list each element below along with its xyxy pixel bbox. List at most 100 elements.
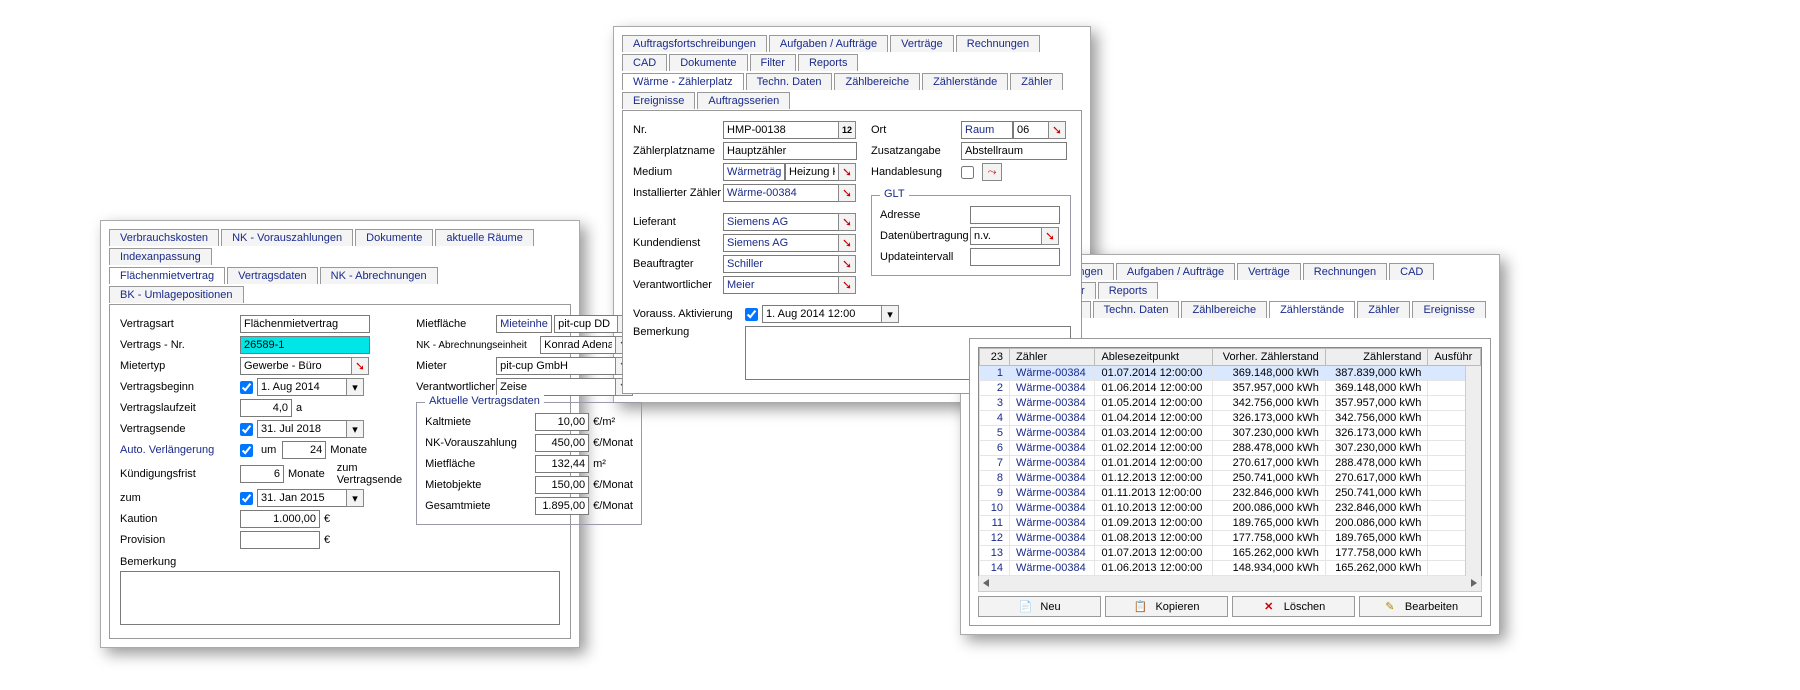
picker-icon[interactable]: ➘ xyxy=(838,163,856,181)
glt-ui-input[interactable] xyxy=(970,248,1060,266)
table-row[interactable]: 1Wärme-0038401.07.2014 12:00:00369.148,0… xyxy=(980,366,1481,381)
tab-filter[interactable]: Filter xyxy=(750,54,796,71)
table-row[interactable]: 13Wärme-0038401.07.2013 12:00:00165.262,… xyxy=(980,546,1481,561)
kuendigungsfrist-input[interactable] xyxy=(240,465,284,483)
tab-ereignisse[interactable]: Ereignisse xyxy=(622,92,695,109)
vorauss-input[interactable] xyxy=(762,305,882,323)
nkabr-input[interactable] xyxy=(540,336,616,354)
tab-aufgaben-auftr-ge[interactable]: Aufgaben / Aufträge xyxy=(1116,263,1235,280)
vorauss-check[interactable] xyxy=(745,308,758,321)
nr-input[interactable] xyxy=(723,121,839,139)
lieferant-input[interactable] xyxy=(723,213,839,231)
mietobjekte-input[interactable] xyxy=(535,476,589,494)
table-row[interactable]: 3Wärme-0038401.05.2014 12:00:00342.756,0… xyxy=(980,396,1481,411)
tab-aktuelle-r-ume[interactable]: aktuelle Räume xyxy=(435,229,533,246)
tab-z-hlerst-nde[interactable]: Zählerstände xyxy=(922,73,1008,90)
kaltmiete-input[interactable] xyxy=(535,413,589,431)
vertragsbeginn-check[interactable] xyxy=(240,381,253,394)
mietflaeche-val-input[interactable] xyxy=(554,315,618,333)
vertragsbeginn-input[interactable] xyxy=(257,378,347,396)
verantw-input[interactable] xyxy=(496,378,616,396)
date-picker-icon[interactable]: ▾ xyxy=(881,305,899,323)
mflaeche-input[interactable] xyxy=(535,455,589,473)
tab-ereignisse[interactable]: Ereignisse xyxy=(1412,301,1485,318)
tab-bk-umlagepositionen[interactable]: BK - Umlagepositionen xyxy=(109,286,244,303)
zum-check[interactable] xyxy=(240,492,253,505)
tab-rechnungen[interactable]: Rechnungen xyxy=(1303,263,1387,280)
provision-input[interactable] xyxy=(240,531,320,549)
tab-nk-vorauszahlungen[interactable]: NK - Vorauszahlungen xyxy=(221,229,353,246)
table-row[interactable]: 5Wärme-0038401.03.2014 12:00:00307.230,0… xyxy=(980,426,1481,441)
picker-icon[interactable]: ➘ xyxy=(838,213,856,231)
tab-vertr-ge[interactable]: Verträge xyxy=(1237,263,1301,280)
tab-aufgaben-auftr-ge[interactable]: Aufgaben / Aufträge xyxy=(769,35,888,52)
table-row[interactable]: 11Wärme-0038401.09.2013 12:00:00189.765,… xyxy=(980,516,1481,531)
gesamtmiete-input[interactable] xyxy=(535,497,589,515)
kaution-input[interactable] xyxy=(240,510,320,528)
tab-z-hlbereiche[interactable]: Zählbereiche xyxy=(1181,301,1267,318)
table-row[interactable]: 10Wärme-0038401.10.2013 12:00:00200.086,… xyxy=(980,501,1481,516)
tab-verbrauchskosten[interactable]: Verbrauchskosten xyxy=(109,229,219,246)
vertragsende-check[interactable] xyxy=(240,423,253,436)
kopieren-button[interactable]: Kopieren xyxy=(1105,596,1228,617)
zpname-input[interactable] xyxy=(723,142,857,160)
table-row[interactable]: 4Wärme-0038401.04.2014 12:00:00326.173,0… xyxy=(980,411,1481,426)
mietflaeche-link-input[interactable] xyxy=(496,315,552,333)
tab-auftragsserien[interactable]: Auftragsserien xyxy=(697,92,790,109)
mietertyp-input[interactable] xyxy=(240,357,352,375)
vertragslaufzeit-input[interactable] xyxy=(240,399,292,417)
col-zaehler[interactable]: Zähler xyxy=(1010,349,1095,366)
vertragsart-input[interactable] xyxy=(240,315,370,333)
verantw-input[interactable] xyxy=(723,276,839,294)
picker-icon[interactable]: ➘ xyxy=(838,184,856,202)
vertragsende-input[interactable] xyxy=(257,420,347,438)
mieter-input[interactable] xyxy=(496,357,616,375)
kundendienst-input[interactable] xyxy=(723,234,839,252)
tab-z-hlbereiche[interactable]: Zählbereiche xyxy=(834,73,920,90)
bemerkung-textarea[interactable] xyxy=(120,571,560,625)
col-vorher[interactable]: Vorher. Zählerstand xyxy=(1213,349,1326,366)
mietertyp-picker-icon[interactable]: ➘ xyxy=(351,357,369,375)
autoverl-months-input[interactable] xyxy=(282,441,326,459)
medium-link-input[interactable] xyxy=(723,163,785,181)
picker-icon[interactable]: ➘ xyxy=(1041,227,1059,245)
table-row[interactable]: 6Wärme-0038401.02.2014 12:00:00288.478,0… xyxy=(980,441,1481,456)
zum-input[interactable] xyxy=(257,489,347,507)
hand-check[interactable] xyxy=(961,166,974,179)
nkvor-input[interactable] xyxy=(535,434,589,452)
tab-vertragsdaten[interactable]: Vertragsdaten xyxy=(227,267,318,284)
tab-indexanpassung[interactable]: Indexanpassung xyxy=(109,248,212,265)
glt-adr-input[interactable] xyxy=(970,206,1060,224)
vertical-scrollbar[interactable] xyxy=(1465,366,1481,576)
table-row[interactable]: 7Wärme-0038401.01.2014 12:00:00270.617,0… xyxy=(980,456,1481,471)
tab-nk-abrechnungen[interactable]: NK - Abrechnungen xyxy=(320,267,438,284)
date-picker-icon[interactable]: ▾ xyxy=(346,420,364,438)
glt-du-input[interactable] xyxy=(970,227,1042,245)
col-ablesezeitpunkt[interactable]: Ablesezeitpunkt xyxy=(1095,349,1213,366)
tab-rechnungen[interactable]: Rechnungen xyxy=(956,35,1040,52)
tab-reports[interactable]: Reports xyxy=(798,54,859,71)
picker-icon[interactable]: ➘ xyxy=(838,276,856,294)
table-row[interactable]: 8Wärme-0038401.12.2013 12:00:00250.741,0… xyxy=(980,471,1481,486)
tab-z-hlerst-nde[interactable]: Zählerstände xyxy=(1269,301,1355,318)
tab-auftragsfortschreibungen[interactable]: Auftragsfortschreibungen xyxy=(622,35,767,52)
autoverl-check[interactable] xyxy=(240,444,253,457)
ort-link-input[interactable] xyxy=(961,121,1013,139)
vertragsnr-input[interactable] xyxy=(240,336,370,354)
tab-w-rme-z-hlerplatz[interactable]: Wärme - Zählerplatz xyxy=(622,73,744,90)
id-generate-icon[interactable]: 12 xyxy=(838,121,856,139)
installed-input[interactable] xyxy=(723,184,839,202)
loeschen-button[interactable]: Löschen xyxy=(1232,596,1355,617)
tab-fl-chenmietvertrag[interactable]: Flächenmietvertrag xyxy=(109,267,225,284)
picker-icon[interactable]: ➘ xyxy=(1048,121,1066,139)
tab-vertr-ge[interactable]: Verträge xyxy=(890,35,954,52)
tab-z-hler[interactable]: Zähler xyxy=(1357,301,1410,318)
tab-dokumente[interactable]: Dokumente xyxy=(355,229,433,246)
tab-cad[interactable]: CAD xyxy=(1389,263,1434,280)
table-row[interactable]: 2Wärme-0038401.06.2014 12:00:00357.957,0… xyxy=(980,381,1481,396)
medium-input[interactable] xyxy=(785,163,839,181)
zusatz-input[interactable] xyxy=(961,142,1067,160)
tab-dokumente[interactable]: Dokumente xyxy=(669,54,747,71)
chart-icon[interactable]: ⤳ xyxy=(982,163,1002,181)
tab-techn-daten[interactable]: Techn. Daten xyxy=(1093,301,1180,318)
